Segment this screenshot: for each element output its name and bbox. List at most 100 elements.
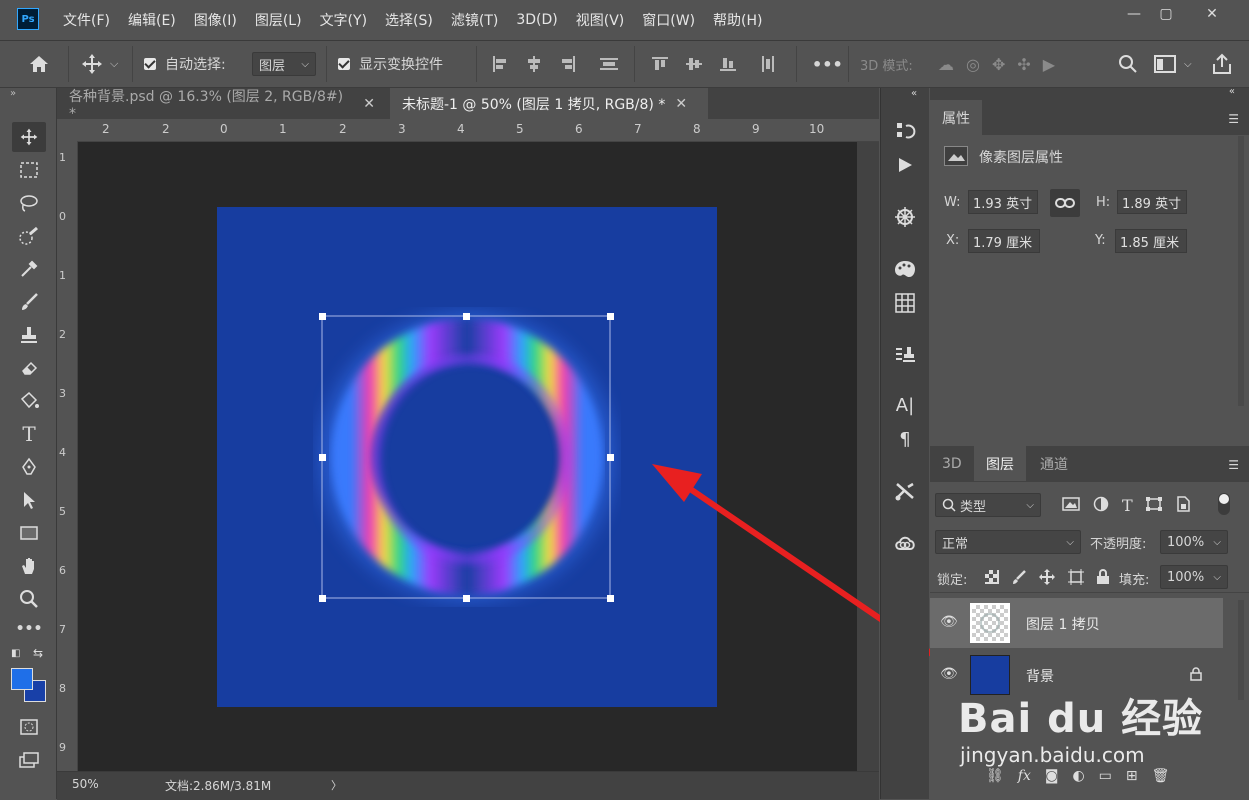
shape-filter-icon[interactable] <box>1145 496 1163 512</box>
align-center-h-icon[interactable] <box>524 54 544 74</box>
hand-tool-icon[interactable] <box>12 551 46 581</box>
adjustment-filter-icon[interactable] <box>1092 496 1110 512</box>
collapse-icon[interactable]: « <box>911 88 917 99</box>
eraser-tool-icon[interactable] <box>12 353 46 383</box>
fx-icon[interactable]: fx <box>1018 768 1031 784</box>
brush-tool-icon[interactable] <box>12 287 46 317</box>
panel-menu-icon[interactable]: ☰ <box>1228 458 1239 472</box>
zoom-level[interactable]: 50% <box>72 777 99 791</box>
properties-scrollbar[interactable] <box>1238 136 1244 406</box>
height-field[interactable]: 1.89 英寸 <box>1117 190 1187 214</box>
opacity-field[interactable]: 100% ⌵ <box>1160 530 1228 554</box>
x-field[interactable]: 1.79 厘米 <box>968 229 1040 253</box>
lock-position-icon[interactable] <box>1038 568 1056 586</box>
menu-edit[interactable]: 编辑(E) <box>119 10 185 30</box>
smart-object-filter-icon[interactable] <box>1175 496 1191 512</box>
distribute-vertical-icon[interactable] <box>598 54 620 74</box>
align-top-icon[interactable] <box>650 54 670 74</box>
layer-row-layer1-copy[interactable]: 👁 图层 1 拷贝 <box>930 598 1223 648</box>
foreground-color-swatch[interactable] <box>11 668 33 690</box>
libraries-stamp-icon[interactable] <box>889 340 921 370</box>
quick-mask-icon[interactable] <box>12 712 46 742</box>
close-icon[interactable]: ✕ <box>675 96 687 112</box>
menu-3d[interactable]: 3D(D) <box>507 12 566 28</box>
search-icon[interactable] <box>1118 41 1138 87</box>
new-layer-icon[interactable]: ⊞ <box>1126 768 1138 784</box>
panel-menu-icon[interactable]: ☰ <box>1228 112 1239 126</box>
swatches-palette-icon[interactable] <box>889 254 921 284</box>
3d-pan-icon[interactable]: ✥ <box>992 55 1005 74</box>
home-icon[interactable] <box>28 41 50 87</box>
tab-untitled-1[interactable]: 未标题-1 @ 50% (图层 1 拷贝, RGB/8) * ✕ <box>390 88 708 119</box>
auto-select-dropdown[interactable]: 图层 ⌵ <box>252 52 316 76</box>
share-icon[interactable] <box>1211 41 1233 87</box>
type-tool-icon[interactable]: T <box>12 419 46 449</box>
lock-transparent-icon[interactable] <box>984 569 1000 585</box>
link-layers-icon[interactable]: ⛓ <box>986 768 1004 784</box>
layer-name[interactable]: 背景 <box>1026 666 1054 686</box>
align-right-icon[interactable] <box>558 54 578 74</box>
move-tool-icon[interactable]: ⌵ <box>80 41 118 87</box>
rectangle-tool-icon[interactable] <box>12 518 46 548</box>
actions-play-icon[interactable] <box>889 150 921 180</box>
creative-cloud-icon[interactable] <box>889 528 921 558</box>
navigator-icon[interactable] <box>889 202 921 232</box>
filter-toggle[interactable] <box>1218 493 1230 515</box>
tool-presets-icon[interactable] <box>889 476 921 506</box>
pen-tool-icon[interactable] <box>12 452 46 482</box>
layer-name[interactable]: 图层 1 拷贝 <box>1026 614 1100 634</box>
grid-swatches-icon[interactable] <box>889 288 921 318</box>
tab-properties[interactable]: 属性 <box>930 100 982 135</box>
tab-background-psd[interactable]: 各种背景.psd @ 16.3% (图层 2, RGB/8#) * ✕ <box>57 88 387 122</box>
blend-mode-dropdown[interactable]: 正常 ⌵ <box>935 530 1081 554</box>
lasso-tool-icon[interactable] <box>12 188 46 218</box>
workspace-icon[interactable]: ⌵ <box>1154 41 1192 87</box>
add-mask-icon[interactable]: ◙ <box>1045 768 1059 784</box>
show-transform-checkbox[interactable] <box>338 58 350 70</box>
path-selection-tool-icon[interactable] <box>12 485 46 515</box>
zoom-tool-icon[interactable] <box>12 584 46 614</box>
3d-roll-icon[interactable]: ◎ <box>966 55 980 74</box>
status-menu-arrow[interactable]: 〉 <box>331 777 342 793</box>
paint-bucket-tool-icon[interactable] <box>12 386 46 416</box>
3d-orbit-icon[interactable]: ☁ <box>938 55 954 74</box>
default-colors-icon[interactable]: ◧ <box>11 648 20 659</box>
menu-window[interactable]: 窗口(W) <box>633 10 704 30</box>
stamp-tool-icon[interactable] <box>12 320 46 350</box>
swap-colors-icon[interactable]: ⇆ <box>33 646 43 660</box>
collapse-icon[interactable]: » <box>10 88 16 99</box>
collapse-icon[interactable]: « <box>1229 86 1235 97</box>
character-icon[interactable]: A| <box>889 390 921 420</box>
menu-layer[interactable]: 图层(L) <box>246 10 311 30</box>
edit-toolbar-icon[interactable]: ••• <box>12 614 46 644</box>
align-middle-v-icon[interactable] <box>684 54 704 74</box>
marquee-tool-icon[interactable] <box>12 155 46 185</box>
layers-scrollbar[interactable] <box>1238 600 1244 700</box>
tab-channels[interactable]: 通道 <box>1028 446 1080 481</box>
lock-all-icon[interactable] <box>1096 569 1110 585</box>
chevron-down-icon[interactable]: ⌵ <box>1184 59 1192 70</box>
menu-view[interactable]: 视图(V) <box>567 10 634 30</box>
menu-filter[interactable]: 滤镜(T) <box>442 10 507 30</box>
width-field[interactable]: 1.93 英寸 <box>968 190 1038 214</box>
y-field[interactable]: 1.85 厘米 <box>1115 229 1187 253</box>
history-icon[interactable] <box>889 116 921 146</box>
link-icon[interactable] <box>1050 189 1080 217</box>
menu-image[interactable]: 图像(I) <box>185 10 246 30</box>
tab-3d[interactable]: 3D <box>930 446 974 481</box>
maximize-button[interactable]: ▢ <box>1150 3 1182 25</box>
more-options-button[interactable]: ••• <box>812 41 843 87</box>
menu-file[interactable]: 文件(F) <box>54 10 119 30</box>
eyedropper-tool-icon[interactable] <box>12 254 46 284</box>
menu-type[interactable]: 文字(Y) <box>311 10 376 30</box>
align-left-icon[interactable] <box>490 54 510 74</box>
adjustment-layer-icon[interactable]: ◐ <box>1072 768 1084 784</box>
chevron-down-icon[interactable]: ⌵ <box>110 57 118 71</box>
close-icon[interactable]: ✕ <box>363 96 375 112</box>
3d-camera-icon[interactable]: ▶ <box>1043 55 1055 74</box>
quick-selection-tool-icon[interactable] <box>12 221 46 251</box>
distribute-horizontal-icon[interactable] <box>758 54 778 74</box>
close-window-button[interactable]: ✕ <box>1196 3 1228 25</box>
fill-field[interactable]: 100% ⌵ <box>1160 565 1228 589</box>
layer-filter-dropdown[interactable]: 类型 ⌵ <box>935 493 1041 517</box>
